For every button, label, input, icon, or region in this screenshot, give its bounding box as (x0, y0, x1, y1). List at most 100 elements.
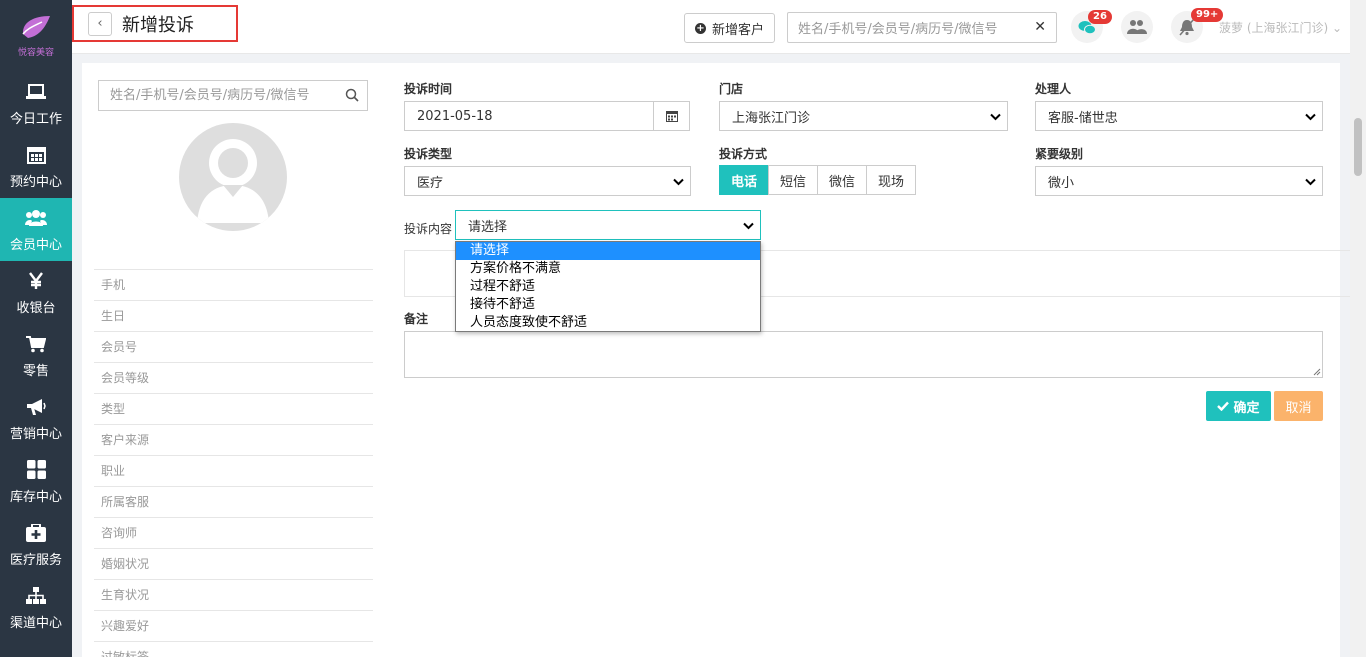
plus-circle-icon: + (694, 22, 706, 34)
complaint-time-label: 投诉时间 (404, 82, 453, 96)
nav-label: 零售 (22, 363, 49, 379)
user-menu[interactable]: 菠萝 (上海张江门诊) ⌄ (1219, 19, 1342, 36)
nav-item-retail[interactable]: 零售 (0, 324, 72, 387)
nav-item-inventory[interactable]: 库存中心 (0, 450, 72, 513)
method-sms-button[interactable]: 短信 (768, 165, 819, 195)
store-label: 门店 (719, 82, 744, 96)
remark-label: 备注 (404, 312, 429, 326)
member-search-placeholder: 姓名/手机号/会员号/病历号/微信号 (110, 88, 310, 103)
method-phone-button[interactable]: 电话 (719, 165, 770, 195)
chevron-down-icon (743, 222, 754, 230)
team-icon (1127, 20, 1147, 34)
page-title-box: ‹ 新增投诉 (72, 5, 238, 42)
complaint-date-value: 2021-05-18 (417, 108, 493, 124)
handler-select[interactable]: 客服-储世忠 (1035, 101, 1323, 131)
dropdown-option[interactable]: 过程不舒适 (456, 278, 760, 296)
remark-textarea[interactable] (404, 331, 1323, 378)
info-row: 类型 (94, 393, 373, 424)
complaint-type-value: 医疗 (417, 175, 444, 191)
global-search-input[interactable]: 姓名/手机号/会员号/病历号/微信号 ✕ (787, 12, 1057, 43)
page-title: 新增投诉 (122, 14, 194, 36)
search-icon[interactable] (345, 88, 359, 102)
brand-logo[interactable]: 悦容美容 (0, 0, 72, 72)
nav-item-members[interactable]: 会员中心 (0, 198, 72, 261)
cancel-button[interactable]: 取消 (1274, 391, 1323, 421)
grid-icon (25, 459, 47, 481)
dropdown-option[interactable]: 接待不舒适 (456, 296, 760, 314)
notification-button[interactable]: 99+ (1171, 8, 1224, 43)
nav-label: 今日工作 (9, 111, 62, 127)
chevron-down-icon (673, 178, 684, 186)
add-customer-button[interactable]: + 新增客户 (684, 13, 775, 43)
yen-icon (25, 270, 47, 292)
megaphone-icon (25, 396, 47, 418)
date-picker-button[interactable] (653, 101, 690, 131)
page-scrollbar[interactable] (1350, 0, 1366, 657)
handler-label: 处理人 (1035, 82, 1072, 96)
wechat-badge: 26 (1088, 10, 1112, 24)
nav-item-cashier[interactable]: 收银台 (0, 261, 72, 324)
nav-label: 会员中心 (9, 237, 62, 253)
scrollbar-thumb[interactable] (1354, 118, 1362, 176)
sidebar: 悦容美容 今日工作 预约中心 会员中心 收银台 零售 营销中心 库存中心 医疗服… (0, 0, 72, 657)
nav-label: 营销中心 (9, 426, 62, 442)
nav-item-appointments[interactable]: 预约中心 (0, 135, 72, 198)
method-onsite-button[interactable]: 现场 (866, 165, 917, 195)
complaint-type-select[interactable]: 医疗 (404, 166, 691, 196)
info-row: 手机 (94, 269, 373, 300)
nav-label: 医疗服务 (9, 552, 62, 568)
add-customer-label: 新增客户 (711, 22, 764, 38)
nav-item-channels[interactable]: 渠道中心 (0, 576, 72, 639)
nav-label: 渠道中心 (9, 615, 62, 631)
urgency-value: 微小 (1048, 175, 1075, 191)
chevron-down-icon (1305, 113, 1316, 121)
confirm-label: 确定 (1233, 400, 1260, 416)
clear-search-icon[interactable]: ✕ (1034, 19, 1046, 35)
info-row: 客户来源 (94, 424, 373, 455)
top-header: ‹ 新增投诉 + 新增客户 姓名/手机号/会员号/病历号/微信号 ✕ 26 99… (72, 0, 1366, 54)
dropdown-option[interactable]: 请选择 (456, 242, 760, 260)
chevron-down-icon (1305, 178, 1316, 186)
back-button[interactable]: ‹ (88, 11, 112, 36)
nav-item-today-work[interactable]: 今日工作 (0, 72, 72, 135)
info-row: 会员等级 (94, 362, 373, 393)
calendar-icon (665, 111, 678, 122)
info-row: 过敏标签 (94, 641, 373, 657)
wechat-messages-button[interactable]: 26 (1071, 10, 1112, 43)
info-row: 生日 (94, 300, 373, 331)
complaint-form-card: 姓名/手机号/会员号/病历号/微信号 手机 生日 会员号 会员等级 类型 客户来… (82, 63, 1350, 657)
avatar (179, 123, 287, 231)
dropdown-option[interactable]: 方案价格不满意 (456, 260, 760, 278)
complaint-content-value: 请选择 (468, 219, 508, 235)
team-button[interactable] (1121, 11, 1153, 43)
nav-item-marketing[interactable]: 营销中心 (0, 387, 72, 450)
users-icon (25, 207, 47, 229)
info-row: 婚姻状况 (94, 548, 373, 579)
global-search-placeholder: 姓名/手机号/会员号/病历号/微信号 (798, 22, 998, 37)
store-value: 上海张江门诊 (732, 110, 811, 126)
urgency-select[interactable]: 微小 (1035, 166, 1323, 196)
logo-text: 悦容美容 (17, 48, 54, 58)
check-icon (1217, 401, 1230, 411)
dropdown-option[interactable]: 人员态度致使不舒适 (456, 314, 760, 332)
cancel-label: 取消 (1285, 400, 1312, 416)
nav-item-medical[interactable]: 医疗服务 (0, 513, 72, 576)
store-select[interactable]: 上海张江门诊 (719, 101, 1008, 131)
nav-label: 库存中心 (9, 489, 62, 505)
resize-handle-icon[interactable] (1313, 368, 1321, 376)
sitemap-icon (25, 585, 47, 607)
member-search-input[interactable]: 姓名/手机号/会员号/病历号/微信号 (98, 80, 368, 111)
member-info-list: 手机 生日 会员号 会员等级 类型 客户来源 职业 所属客服 咨询师 婚姻状况 … (94, 269, 373, 657)
urgency-label: 紧要级别 (1035, 147, 1084, 161)
method-wechat-button[interactable]: 微信 (817, 165, 868, 195)
info-row: 职业 (94, 455, 373, 486)
complaint-method-toggle: 电话 短信 微信 现场 (719, 165, 917, 195)
flower-logo-icon (22, 16, 50, 38)
complaint-date-input[interactable]: 2021-05-18 (404, 101, 654, 131)
confirm-button[interactable]: 确定 (1206, 391, 1271, 421)
info-row: 会员号 (94, 331, 373, 362)
chevron-down-icon (990, 113, 1001, 121)
complaint-content-options: 请选择 方案价格不满意 过程不舒适 接待不舒适 人员态度致使不舒适 (455, 241, 761, 332)
complaint-content-select[interactable]: 请选择 (455, 210, 761, 240)
laptop-icon (25, 81, 47, 103)
